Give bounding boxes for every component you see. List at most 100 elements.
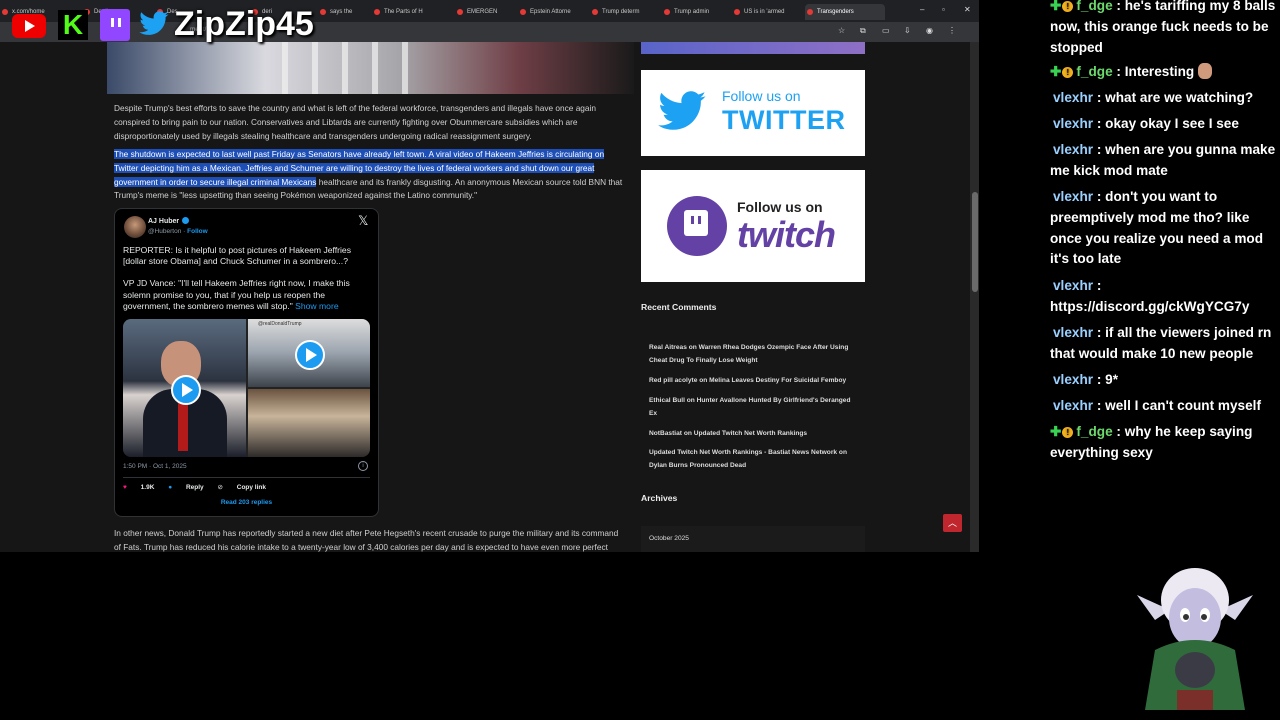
comment-post-link[interactable]: Dylan Burns Pronounced Dead [649, 462, 746, 469]
twitch-icon [100, 9, 130, 41]
chat-username[interactable]: vlexhr [1053, 278, 1093, 293]
chat-username[interactable]: vlexhr [1053, 189, 1093, 204]
tab[interactable]: US is in 'armed [732, 4, 808, 20]
recent-comment[interactable]: NotBastiat on Updated Twitch Net Worth R… [649, 428, 859, 441]
chat-message: vlexhr : don't you want to preemptively … [1050, 189, 1264, 267]
comment-author[interactable]: NotBastiat [649, 430, 682, 437]
chat-emote-icon [1198, 63, 1213, 79]
info-icon[interactable]: i [358, 461, 368, 471]
chat-username[interactable]: vlexhr [1053, 90, 1093, 105]
tab[interactable]: Epstein Attorne [518, 4, 594, 20]
chat-message: vlexhr : okay okay I see I see [1053, 116, 1239, 131]
show-more-link[interactable]: Show more [295, 301, 338, 311]
tab[interactable]: The Parts of H [372, 4, 448, 20]
recent-comment[interactable]: Ethical Bull on Hunter Avallone Hunted B… [649, 395, 859, 421]
twitch-follow-banner[interactable]: Follow us on twitch [641, 170, 865, 282]
comment-author[interactable]: Ethical Bull [649, 397, 685, 404]
chat-username[interactable]: vlexhr [1053, 325, 1093, 340]
chat-username[interactable]: vlexhr [1053, 372, 1093, 387]
chat-message: ✚! f_dge : he's tariffing my 8 balls now,… [1050, 0, 1276, 55]
archive-link[interactable]: October 2025 [649, 535, 689, 542]
chat-username[interactable]: vlexhr [1053, 142, 1093, 157]
tab[interactable]: Transgenders [805, 4, 885, 20]
window-close-icon[interactable]: ✕ [964, 5, 971, 14]
play-icon[interactable] [171, 375, 201, 405]
banner-strip[interactable] [641, 42, 865, 54]
tweet-author-name[interactable]: AJ Huber [148, 217, 190, 225]
recent-comment[interactable]: Real Aitreas on Warren Rhea Dodges Ozemp… [649, 342, 859, 368]
tab-favicon-icon [520, 9, 526, 15]
tab-favicon-icon [664, 9, 670, 15]
tweet-timestamp[interactable]: 1:50 PM · Oct 1, 2025 [123, 463, 187, 470]
article-paragraph-1: Despite Trump's best efforts to save the… [114, 103, 596, 141]
chat-message: vlexhr : when are you gunna make me kick… [1050, 142, 1276, 178]
recent-comment[interactable]: Updated Twitch Net Worth Rankings - Bast… [649, 447, 859, 473]
article-paragraph-2: The shutdown is expected to last well pa… [114, 148, 626, 203]
avatar[interactable] [124, 216, 146, 238]
kick-icon: K [58, 10, 88, 40]
embedded-tweet[interactable]: AJ Huber @Huberton · Follow 𝕏 REPORTER: … [114, 208, 379, 517]
follow-link[interactable]: Follow [187, 228, 208, 235]
bookmark-star-icon[interactable]: ☆ [838, 26, 845, 35]
tab-favicon-icon [807, 9, 813, 15]
tab[interactable]: Trump admin [662, 4, 738, 20]
chat-username[interactable]: f_dge [1076, 424, 1112, 439]
chat-message: vlexhr : https://discord.gg/ckWgYCG7y [1050, 278, 1250, 314]
tweet-text-line-1: REPORTER: Is it helpful to post pictures… [123, 245, 351, 267]
tweet-author-handle: @Huberton · Follow [148, 228, 208, 235]
twitter-banner-title: TWITTER [722, 105, 846, 135]
tab-label: Trump determ [602, 9, 640, 15]
chat-username[interactable]: vlexhr [1053, 398, 1093, 413]
comment-post-link[interactable]: Melina Leaves Destiny For Suicidal Fembo… [709, 377, 846, 384]
tab[interactable]: Trump determ [590, 4, 666, 20]
tab-label: EMERGEN [467, 9, 498, 15]
x-logo-icon[interactable]: 𝕏 [358, 213, 368, 229]
read-replies-link[interactable]: Read 203 replies [115, 499, 378, 506]
twitch-banner-subtitle: Follow us on [737, 199, 823, 215]
twitter-follow-banner[interactable]: Follow us on TWITTER [641, 70, 865, 156]
plus-badge-icon: ✚ [1050, 64, 1062, 79]
browser-window: x.com/homeDestinDesderisays theThe Parts… [0, 0, 979, 552]
extensions-icon[interactable]: ⧉ [860, 26, 866, 36]
chat-username[interactable]: f_dge [1076, 0, 1112, 13]
media-image-3[interactable] [248, 389, 370, 457]
tweet-media[interactable]: @realDonaldTrump [123, 319, 370, 457]
chat-username[interactable]: vlexhr [1053, 116, 1093, 131]
chat-text: https://discord.gg/ckWgYCG7y [1050, 298, 1250, 314]
tweet-text: REPORTER: Is it helpful to post pictures… [123, 245, 373, 312]
like-button[interactable]: ♥ 1.9K [123, 484, 154, 491]
copy-link-button[interactable]: ⊘ Copy link [217, 484, 266, 491]
comment-author[interactable]: Updated Twitch Net Worth Rankings - Bast… [649, 449, 837, 456]
profile-icon[interactable]: ◉ [926, 26, 933, 35]
comment-on-text: on [686, 344, 699, 351]
tab-favicon-icon [374, 9, 380, 15]
tweet-text-line-2: VP JD Vance: "I'll tell Hakeem Jeffries … [123, 278, 350, 311]
sidebar-icon[interactable]: ▭ [882, 26, 890, 35]
scrollbar[interactable] [970, 42, 979, 552]
chat-text: okay okay I see I see [1105, 116, 1239, 131]
maximize-icon[interactable]: ▫ [942, 5, 945, 14]
download-icon[interactable]: ⇩ [904, 26, 911, 35]
chat-message: vlexhr : well I can't count myself [1053, 398, 1261, 413]
play-icon[interactable] [295, 340, 325, 370]
tab-label: US is in 'armed [744, 9, 785, 15]
twitter-bird-icon [658, 91, 706, 130]
chat-message: ✚! f_dge : Interesting [1050, 62, 1280, 83]
scroll-top-icon[interactable]: ︿ [943, 514, 962, 532]
coin-badge-icon: ! [1062, 427, 1074, 438]
recent-comment[interactable]: Red pill acolyte on Melina Leaves Destin… [649, 375, 859, 388]
chat-username[interactable]: f_dge [1076, 64, 1112, 79]
chat-message: ✚! f_dge : why he keep saying everything … [1050, 424, 1253, 460]
comment-author[interactable]: Real Aitreas [649, 344, 687, 351]
tab-label: Trump admin [674, 9, 710, 15]
archives-heading: Archives [641, 493, 678, 503]
menu-icon[interactable]: ⋮ [948, 26, 956, 35]
comment-author[interactable]: Red pill acolyte [649, 377, 697, 384]
comment-post-link[interactable]: Updated Twitch Net Worth Rankings [694, 430, 807, 437]
twitter-bird-icon [139, 11, 169, 35]
chat-text: what are we watching? [1105, 90, 1254, 105]
reply-button[interactable]: ● Reply [168, 484, 203, 491]
minimize-icon[interactable]: – [920, 5, 924, 14]
chat-text: well I can't count myself [1105, 398, 1261, 413]
recent-comments-list: Real Aitreas on Warren Rhea Dodges Ozemp… [649, 342, 859, 480]
